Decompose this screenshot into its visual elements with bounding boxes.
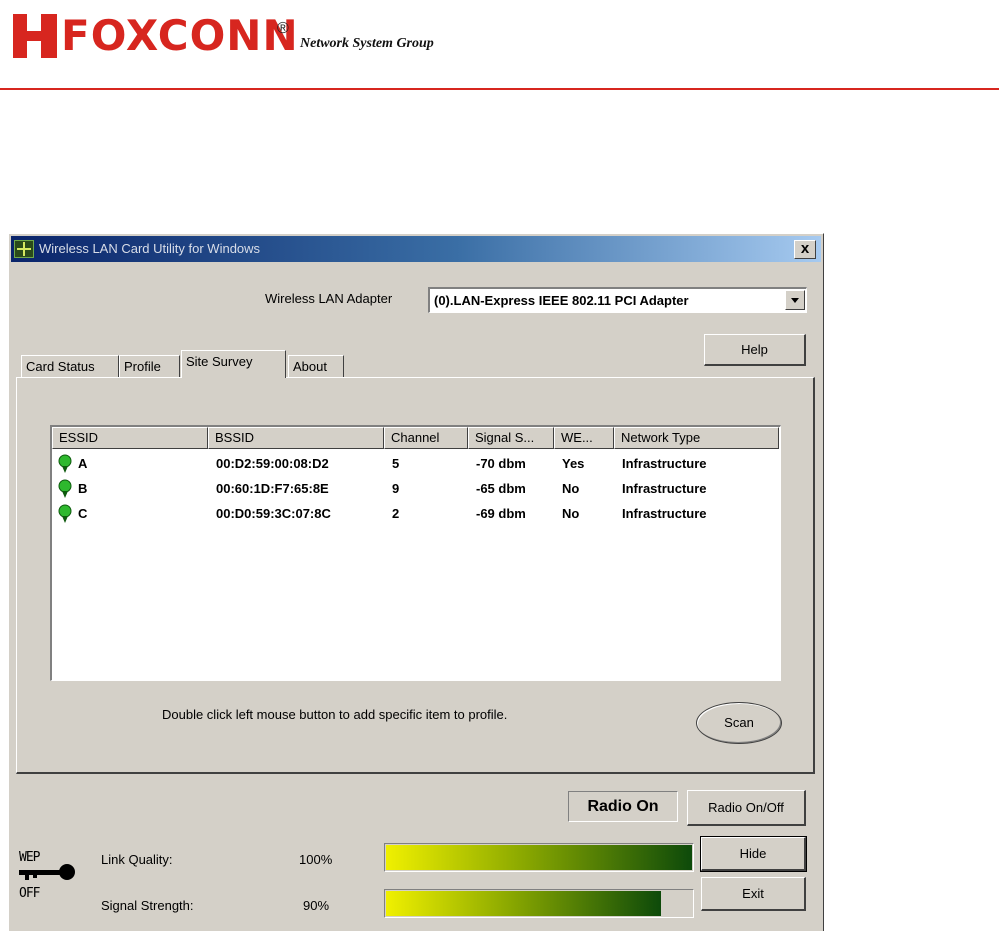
column-header-wep[interactable]: WE... [554,427,614,449]
hide-button[interactable]: Hide [700,836,807,872]
bssid-cell: 00:D2:59:00:08:D2 [216,456,329,471]
wep-state: OFF [19,886,41,901]
close-button[interactable]: x [794,240,816,259]
signal-cell: -70 dbm [476,456,526,471]
site-survey-list[interactable]: ESSID BSSID Channel Signal S... WE... Ne… [50,425,781,681]
wep-cell: No [562,481,580,496]
chevron-down-icon[interactable] [785,290,805,310]
column-header-bssid[interactable]: BSSID [208,427,384,449]
green-signal-icon [58,504,72,523]
network-type-cell: Infrastructure [622,456,707,471]
registered-mark: ® [277,20,289,37]
app-icon [14,240,34,258]
header-divider [0,88,999,90]
column-header-signal[interactable]: Signal S... [468,427,554,449]
wep-cell: Yes [562,456,585,471]
exit-button[interactable]: Exit [701,877,806,911]
signal-cell: -65 dbm [476,481,526,496]
essid-cell: C [78,506,88,521]
signal-strength-fill [386,891,661,916]
adapter-label: Wireless LAN Adapter [265,291,393,306]
column-header-network-type[interactable]: Network Type [614,427,779,449]
help-button[interactable]: Help [704,334,806,366]
signal-strength-value: 90% [303,898,330,913]
site-survey-hint: Double click left mouse button to add sp… [162,707,508,722]
tab-about[interactable]: About [288,355,344,377]
essid-cell: A [78,456,88,471]
bssid-cell: 00:D0:59:3C:07:8C [216,506,331,521]
adapter-value: (0).LAN-Express IEEE 802.11 PCI Adapter [434,293,689,308]
utility-window: Wireless LAN Card Utility for Windows x … [8,233,824,931]
key-icon: WEP OFF [19,850,81,908]
logo-subtitle: Network System Group [300,36,434,51]
adapter-select[interactable]: (0).LAN-Express IEEE 802.11 PCI Adapter [428,287,807,313]
channel-cell: 9 [392,481,400,496]
link-quality-value: 100% [299,852,333,867]
scan-button[interactable]: Scan [696,702,782,744]
window-title: Wireless LAN Card Utility for Windows [39,241,261,256]
radio-toggle-button[interactable]: Radio On/Off [687,790,806,826]
wep-label: WEP [19,850,41,865]
link-quality-fill [386,845,692,870]
table-row[interactable]: A 00:D2:59:00:08:D2 5 -70 dbm Yes Infras… [52,451,779,476]
table-row[interactable]: C 00:D0:59:3C:07:8C 2 -69 dbm No Infrast… [52,501,779,526]
logo-text: FOXCONN [61,11,299,60]
channel-cell: 2 [392,506,400,521]
signal-strength-bar [384,889,694,918]
link-quality-label: Link Quality: [101,852,173,867]
radio-status-indicator: Radio On [568,791,678,822]
table-row[interactable]: B 00:60:1D:F7:65:8E 9 -65 dbm No Infrast… [52,476,779,501]
essid-cell: B [78,481,88,496]
channel-cell: 5 [392,456,400,471]
wep-cell: No [562,506,580,521]
green-signal-icon [58,479,72,498]
green-signal-icon [58,454,72,473]
bssid-cell: 00:60:1D:F7:65:8E [216,481,329,496]
network-type-cell: Infrastructure [622,506,707,521]
link-quality-bar [384,843,694,872]
tab-profile[interactable]: Profile [119,355,180,377]
column-header-essid[interactable]: ESSID [52,427,208,449]
network-type-cell: Infrastructure [622,481,707,496]
tab-card-status[interactable]: Card Status [21,355,119,377]
title-bar[interactable]: Wireless LAN Card Utility for Windows x [11,236,821,262]
column-header-channel[interactable]: Channel [384,427,468,449]
signal-strength-label: Signal Strength: [101,898,194,913]
signal-cell: -69 dbm [476,506,526,521]
tab-site-survey[interactable]: Site Survey [181,350,286,378]
foxconn-logo-icon [13,14,57,58]
